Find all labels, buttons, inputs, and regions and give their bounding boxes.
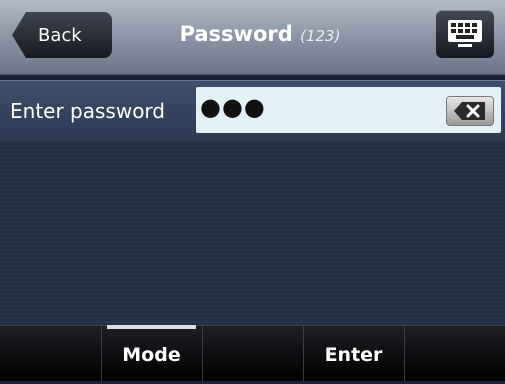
password-entry-screen: Back Password (123) Enter password ●●● M…: [0, 0, 505, 381]
softkey-1[interactable]: [0, 326, 102, 381]
title-bar: Back Password (123): [0, 0, 505, 75]
password-input-row: Enter password ●●●: [0, 80, 505, 141]
page-title: Password (123): [140, 22, 380, 46]
back-button-label: Back: [38, 25, 82, 46]
softkey-bar: Mode Enter: [0, 325, 505, 381]
password-field[interactable]: ●●●: [196, 87, 501, 133]
softkey-3[interactable]: [202, 326, 304, 381]
content-area: [0, 141, 505, 325]
input-mode-indicator: (123): [300, 27, 341, 45]
password-label: Enter password: [10, 99, 165, 123]
password-value: ●●●: [200, 93, 266, 121]
back-button[interactable]: Back: [12, 12, 112, 58]
softkey-enter[interactable]: Enter: [303, 326, 405, 381]
softkey-5[interactable]: [404, 326, 505, 381]
softkey-mode[interactable]: Mode: [101, 325, 203, 381]
page-title-text: Password: [179, 22, 293, 46]
keyboard-button[interactable]: [436, 10, 494, 58]
backspace-button[interactable]: [447, 97, 493, 125]
backspace-icon: [454, 102, 485, 120]
keyboard-icon: [448, 20, 482, 47]
